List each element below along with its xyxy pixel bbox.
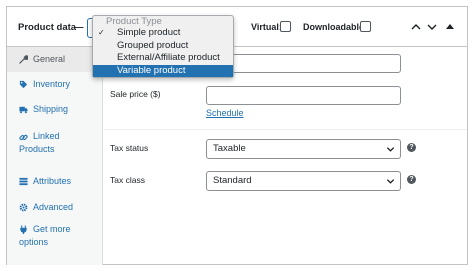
- downloadable-label: Downloadable:: [303, 22, 368, 32]
- plugin-icon: [19, 225, 28, 234]
- product-data-panel: Product data — Virtual: Downloadable: Ge…: [6, 6, 468, 265]
- option-external-affiliate-product[interactable]: External/Affiliate product: [93, 52, 233, 65]
- section-divider: [104, 129, 467, 130]
- virtual-checkbox[interactable]: [280, 21, 291, 32]
- tab-shipping[interactable]: Shipping: [7, 101, 103, 121]
- sale-price-label: Sale price ($): [110, 89, 161, 99]
- option-label: External/Affiliate product: [117, 52, 220, 63]
- tab-get-more-label-line2: options: [19, 237, 49, 247]
- tax-class-value: Standard: [213, 175, 252, 186]
- tab-linked-products[interactable]: Linked Products: [7, 130, 103, 160]
- tab-linked-label-line2: Products: [19, 144, 55, 154]
- sale-price-input[interactable]: [206, 86, 401, 105]
- chevron-down-icon: [386, 145, 395, 154]
- tab-inventory-label: Inventory: [33, 79, 71, 89]
- tab-inventory[interactable]: Inventory: [7, 76, 103, 96]
- option-label: Variable product: [117, 64, 186, 76]
- tax-class-select[interactable]: Standard: [206, 171, 401, 191]
- option-grouped-product[interactable]: Grouped product: [93, 40, 233, 53]
- tag-icon: [19, 80, 28, 89]
- tax-status-value: Taxable: [213, 143, 246, 154]
- chevron-down-icon: [386, 177, 395, 186]
- virtual-label: Virtual:: [251, 22, 282, 32]
- tab-get-more-label-line1: Get more: [33, 224, 71, 234]
- list-icon: [19, 177, 28, 186]
- dropdown-group-heading: Product Type: [106, 16, 162, 27]
- product-data-tabs: General Inventory Shipping Linked Produc…: [7, 47, 103, 265]
- gear-icon: [19, 203, 28, 212]
- tab-advanced-label: Advanced: [33, 202, 74, 212]
- chevron-up-icon[interactable]: [410, 21, 422, 33]
- panel-title: Product data: [18, 22, 77, 33]
- schedule-link[interactable]: Schedule: [206, 108, 244, 118]
- tax-status-select[interactable]: Taxable: [206, 139, 401, 159]
- wrench-icon: [19, 55, 28, 64]
- tax-status-label: Tax status: [110, 143, 149, 153]
- tax-class-help-icon[interactable]: ?: [407, 175, 416, 184]
- tab-linked-label-line1: Linked: [33, 131, 60, 141]
- checkmark-icon: ✓: [98, 28, 105, 37]
- tab-get-more-options[interactable]: Get more options: [7, 221, 103, 251]
- tax-status-help-icon[interactable]: ?: [407, 143, 416, 152]
- link-icon: [19, 133, 28, 142]
- option-simple-product[interactable]: ✓ Simple product: [93, 27, 233, 40]
- downloadable-checkbox[interactable]: [360, 21, 371, 32]
- tax-class-label: Tax class: [110, 175, 145, 185]
- tab-advanced[interactable]: Advanced: [7, 199, 103, 219]
- regular-price-input[interactable]: [206, 54, 401, 73]
- option-label: Grouped product: [117, 39, 189, 51]
- chevron-down-icon[interactable]: [426, 21, 438, 33]
- tab-attributes-label: Attributes: [33, 176, 72, 186]
- option-variable-product[interactable]: Variable product: [93, 64, 233, 77]
- tab-general[interactable]: General: [7, 47, 103, 72]
- option-label: Simple product: [117, 27, 181, 38]
- tab-general-label: General: [33, 54, 66, 64]
- tab-shipping-label: Shipping: [33, 104, 69, 114]
- truck-icon: [19, 105, 28, 114]
- title-dash: —: [74, 22, 84, 33]
- product-data-header: Product data — Virtual: Downloadable:: [7, 7, 467, 47]
- tab-attributes[interactable]: Attributes: [7, 173, 103, 193]
- caret-up-icon[interactable]: [444, 21, 456, 33]
- product-type-dropdown: Product Type ✓ Simple product Grouped pr…: [92, 15, 234, 78]
